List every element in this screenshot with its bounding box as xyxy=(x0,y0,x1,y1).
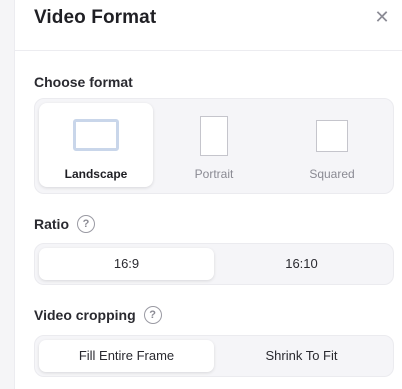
help-icon[interactable]: ? xyxy=(77,215,95,233)
squared-shape-icon xyxy=(316,120,348,152)
cropping-option-fill[interactable]: Fill Entire Frame xyxy=(39,340,214,372)
format-option-label: Squared xyxy=(309,167,355,181)
background-page-edge xyxy=(0,0,15,389)
choose-format-label: Choose format xyxy=(34,74,133,90)
format-option-label: Portrait xyxy=(194,167,234,181)
ratio-label: Ratio ? xyxy=(34,215,95,233)
format-options-group: Landscape Portrait Squared xyxy=(34,98,394,194)
ratio-option-16-9[interactable]: 16:9 xyxy=(39,248,214,280)
choose-format-text: Choose format xyxy=(34,74,133,90)
video-cropping-text: Video cropping xyxy=(34,307,136,323)
video-cropping-label: Video cropping ? xyxy=(34,306,162,324)
close-icon[interactable]: ✕ xyxy=(374,8,390,26)
video-format-dialog: Video Format ✕ Choose format Landscape P… xyxy=(15,0,402,389)
format-option-landscape[interactable]: Landscape xyxy=(39,103,153,187)
portrait-shape-icon xyxy=(200,116,228,156)
cropping-option-shrink[interactable]: Shrink To Fit xyxy=(214,340,389,372)
ratio-segmented-control: 16:9 16:10 xyxy=(34,243,394,285)
landscape-shape-icon xyxy=(73,119,119,151)
cropping-segmented-control: Fill Entire Frame Shrink To Fit xyxy=(34,335,394,377)
format-option-label: Landscape xyxy=(64,167,128,181)
dialog-header: Video Format ✕ xyxy=(15,0,402,51)
format-option-squared[interactable]: Squared xyxy=(275,103,389,187)
format-option-portrait[interactable]: Portrait xyxy=(157,103,271,187)
dialog-title: Video Format xyxy=(34,7,157,28)
ratio-text: Ratio xyxy=(34,216,69,232)
help-icon[interactable]: ? xyxy=(143,306,162,324)
ratio-option-16-10[interactable]: 16:10 xyxy=(214,248,389,280)
